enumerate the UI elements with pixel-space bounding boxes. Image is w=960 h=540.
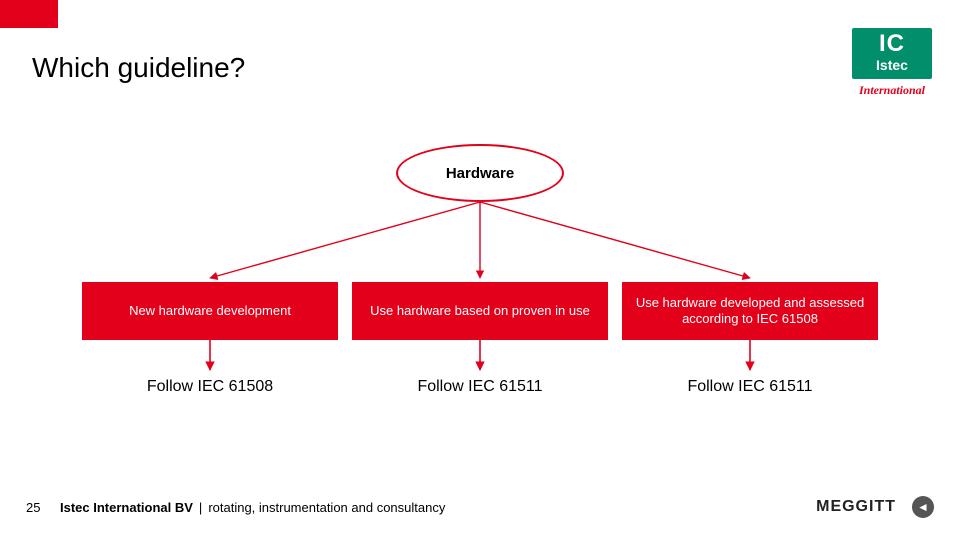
branch-box-1: New hardware development xyxy=(82,282,338,340)
istec-logo-name: Istec xyxy=(858,58,926,73)
back-button[interactable]: ◄ xyxy=(912,496,934,518)
branch-box-1-label: New hardware development xyxy=(129,303,291,319)
back-arrow-icon: ◄ xyxy=(917,500,929,514)
follow-1: Follow IEC 61508 xyxy=(82,378,338,396)
root-node-hardware: Hardware xyxy=(396,144,564,202)
page-number: 25 xyxy=(26,500,52,515)
footer: 25 Istec International BV | rotating, in… xyxy=(0,496,960,518)
istec-logo-box: IC Istec xyxy=(852,28,932,79)
istec-logo-ic: IC xyxy=(858,32,926,56)
corner-accent xyxy=(0,0,58,28)
slide: Which guideline? IC Istec International … xyxy=(0,0,960,540)
branch-box-3-label: Use hardware developed and assessed acco… xyxy=(632,295,868,328)
branch-box-2-label: Use hardware based on proven in use xyxy=(370,303,590,319)
follow-2: Follow IEC 61511 xyxy=(352,378,608,396)
page-title: Which guideline? xyxy=(32,52,245,84)
diagram: Hardware New hardware development Use ha… xyxy=(0,130,960,430)
istec-logo: IC Istec International xyxy=(852,28,932,98)
footer-separator: | xyxy=(199,500,202,515)
branch-box-2: Use hardware based on proven in use xyxy=(352,282,608,340)
istec-logo-intl: International xyxy=(852,83,932,98)
branch-box-3: Use hardware developed and assessed acco… xyxy=(622,282,878,340)
meggitt-logo: MEGGITT xyxy=(816,498,896,516)
footer-company: Istec International BV xyxy=(60,500,193,515)
footer-tagline: rotating, instrumentation and consultanc… xyxy=(208,500,445,515)
root-node-label: Hardware xyxy=(446,165,514,182)
follow-3: Follow IEC 61511 xyxy=(622,378,878,396)
